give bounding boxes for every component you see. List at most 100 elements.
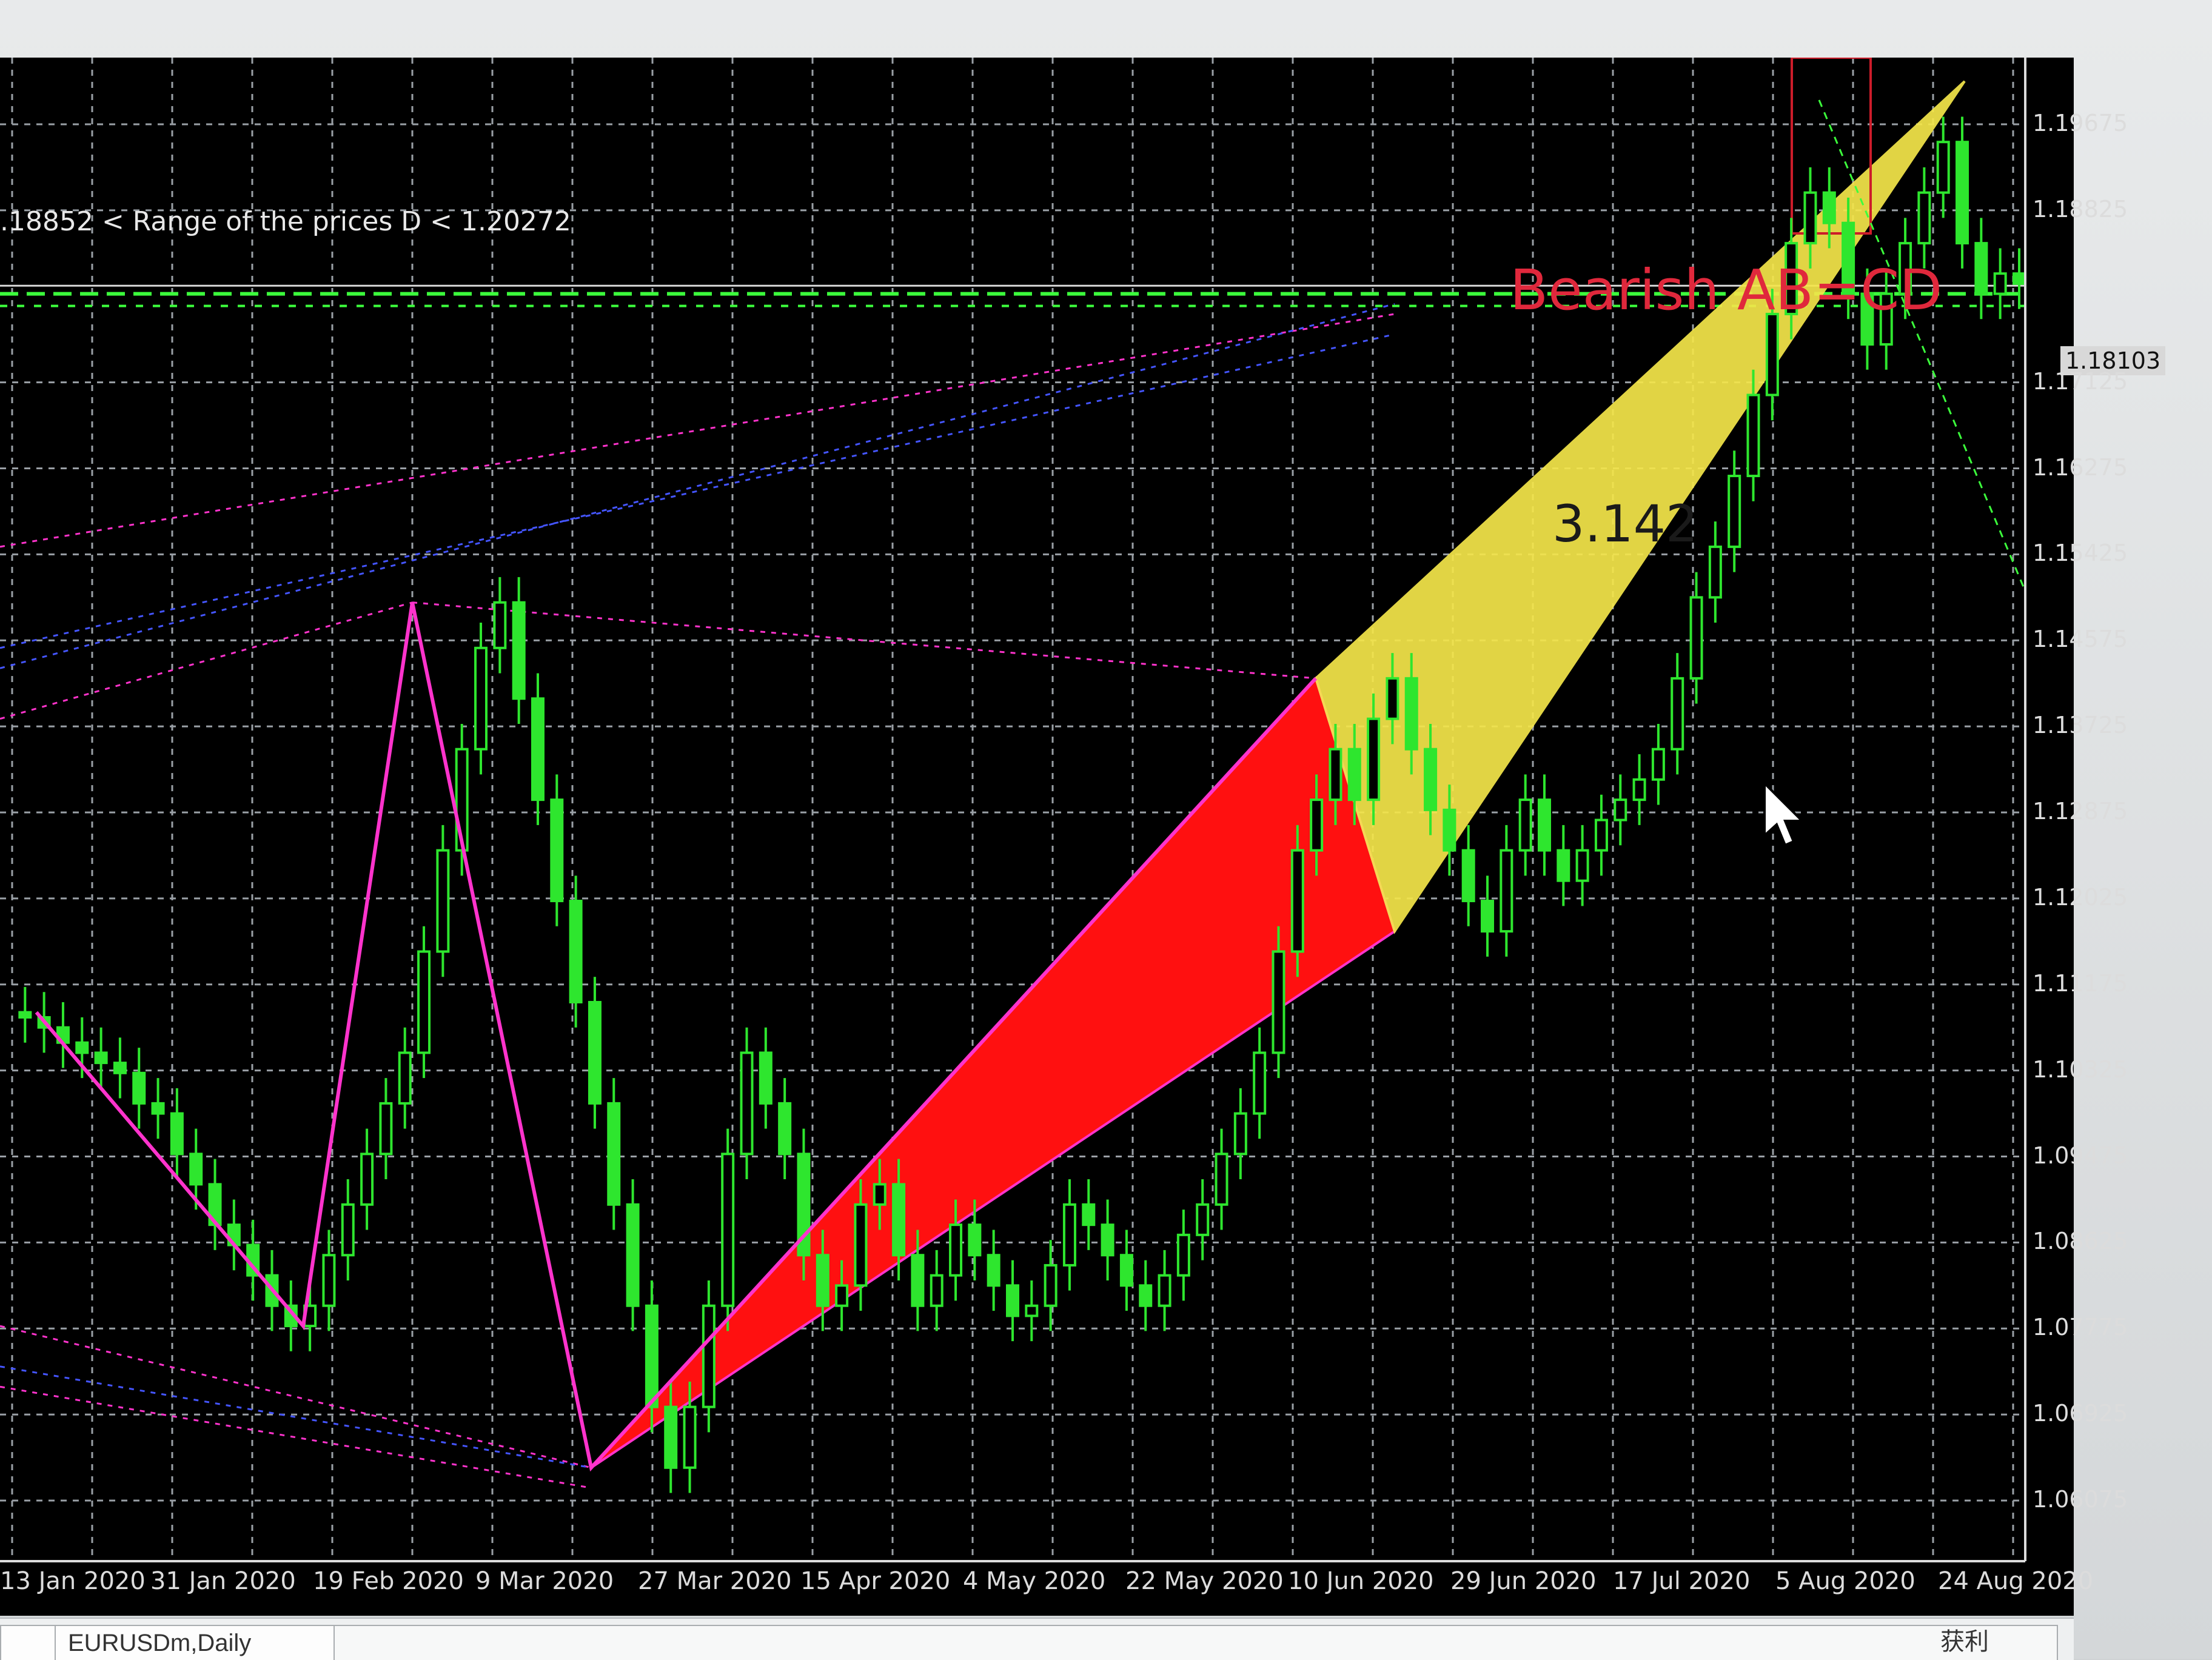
candle-body — [1310, 798, 1324, 852]
candle-body — [18, 1011, 32, 1019]
candle-body — [987, 1254, 1000, 1287]
date-tick-label: 13 Jan 2020 — [0, 1567, 146, 1595]
price-tick-label: 1.12025 — [2033, 883, 2128, 911]
candle-body — [1917, 191, 1931, 245]
candle-body — [1367, 717, 1381, 802]
candle-body — [1119, 1254, 1133, 1287]
date-tick-label: 17 Jul 2020 — [1613, 1567, 1751, 1595]
candle-body — [379, 1102, 393, 1156]
candle-body — [1139, 1284, 1153, 1307]
candle-body — [1956, 141, 1969, 245]
candle-body — [664, 1405, 678, 1469]
candle-body — [1993, 272, 2007, 295]
dotted-guide-line — [0, 601, 413, 720]
candle-body — [740, 1051, 754, 1156]
tab-empty — [333, 1625, 2058, 1660]
date-tick-label: 22 May 2020 — [1125, 1567, 1284, 1595]
candle-body — [854, 1203, 868, 1287]
candle-body — [911, 1254, 925, 1307]
candle-body — [816, 1254, 830, 1307]
candle-body — [1461, 849, 1475, 903]
date-tick-label: 29 Jun 2020 — [1450, 1567, 1597, 1595]
price-tick-label: 1.16275 — [2033, 453, 2128, 481]
dotted-guide-line — [0, 1365, 592, 1469]
candle-body — [493, 601, 507, 649]
date-tick-label: 24 Aug 2020 — [1938, 1567, 2094, 1595]
candle-body — [1006, 1284, 1019, 1317]
price-tick-label: 1.09475 — [2033, 1142, 2128, 1169]
candle-body — [417, 950, 431, 1054]
candle-body — [1158, 1274, 1171, 1307]
candle-body — [645, 1304, 659, 1408]
candle-body — [759, 1051, 773, 1105]
candle-body — [1253, 1051, 1267, 1115]
candle-body — [1290, 849, 1304, 953]
candle-body — [1632, 778, 1646, 802]
candle-body — [569, 900, 583, 1003]
dotted-guide-line — [0, 1385, 592, 1489]
candle-body — [1404, 677, 1418, 751]
candle-body — [1746, 393, 1760, 478]
price-range-info: .18852 < Range of the prices D < 1.20272 — [0, 206, 571, 237]
candle-body — [1974, 242, 1988, 295]
tab-eurusdm-daily[interactable]: EURUSDm,Daily — [55, 1625, 348, 1660]
candle-body — [683, 1405, 697, 1469]
candle-body — [1272, 950, 1285, 1054]
candle-body — [626, 1203, 640, 1307]
candle-body — [1614, 798, 1627, 822]
candle-body — [1481, 900, 1495, 933]
candle-body — [75, 1041, 89, 1054]
candle-body — [1557, 849, 1570, 882]
candle-body — [189, 1153, 203, 1186]
candle-body — [398, 1051, 412, 1105]
candle-body — [1728, 475, 1741, 548]
dotted-guide-line — [0, 313, 1395, 548]
candle-body — [436, 849, 450, 953]
candle-body — [1233, 1112, 1247, 1156]
candle-body — [1518, 798, 1532, 852]
candle-body — [1215, 1153, 1228, 1206]
projection-line — [1818, 99, 2026, 592]
candle-body — [1329, 748, 1342, 802]
price-tick-label: 1.17125 — [2033, 367, 2128, 395]
candle-body — [132, 1071, 146, 1105]
chart-tab-strip: EURUSDm,Daily 获利 — [0, 1618, 2074, 1660]
candle-body — [1443, 808, 1456, 852]
candle-body — [778, 1102, 792, 1156]
price-tick-label: 1.10325 — [2033, 1056, 2128, 1083]
date-tick-label: 27 Mar 2020 — [638, 1567, 792, 1595]
candle-body — [1803, 191, 1817, 245]
price-tick-label: 1.07775 — [2033, 1314, 2128, 1341]
candle-body — [1822, 191, 1836, 224]
price-tick-label: 1.18825 — [2033, 195, 2128, 223]
candle-body — [930, 1274, 943, 1307]
date-tick-label: 4 May 2020 — [963, 1567, 1106, 1595]
candle-body — [170, 1112, 184, 1156]
dotted-guide-line — [0, 1325, 592, 1469]
candle-body — [1347, 748, 1361, 802]
date-tick-label: 9 Mar 2020 — [475, 1567, 614, 1595]
candle-body — [721, 1153, 735, 1307]
price-tick-label: 1.11175 — [2033, 969, 2128, 997]
price-tick-label: 1.06925 — [2033, 1400, 2128, 1427]
candle-body — [1651, 748, 1665, 781]
candle-body — [892, 1183, 906, 1257]
candle-body — [341, 1203, 355, 1257]
candle-body — [588, 1000, 602, 1105]
candle-body — [1671, 677, 1684, 751]
candle-body — [2013, 272, 2026, 285]
chart-window[interactable]: .18852 < Range of the prices D < 1.20272… — [0, 58, 2166, 1616]
candle-body — [1386, 677, 1399, 720]
candle-body — [1689, 596, 1703, 680]
date-tick-label: 5 Aug 2020 — [1775, 1567, 1915, 1595]
price-tick-label: 1.19675 — [2033, 110, 2128, 136]
date-tick-label: 10 Jun 2020 — [1288, 1567, 1434, 1595]
candle-body — [1044, 1263, 1057, 1307]
candle-body — [873, 1183, 886, 1206]
dotted-guide-line — [0, 333, 1395, 649]
date-tick-label: 19 Feb 2020 — [313, 1567, 464, 1595]
price-tick-label: 1.15425 — [2033, 540, 2128, 567]
candle-body — [968, 1223, 982, 1257]
candle-body — [1025, 1304, 1039, 1317]
pattern-label: Bearish AB=CD — [1510, 258, 1943, 323]
